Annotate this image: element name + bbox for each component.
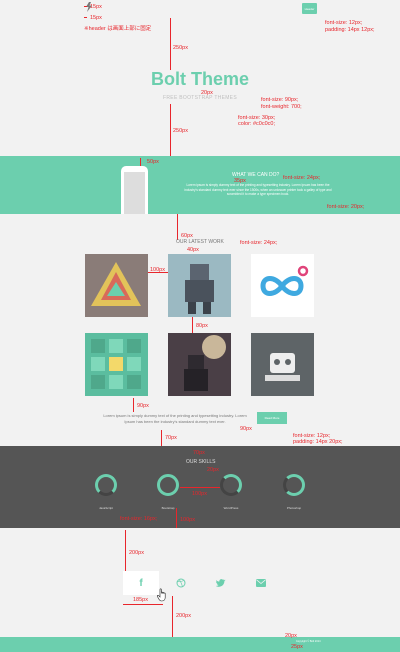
annotation-15px-left: 15px <box>90 15 102 21</box>
annotation-90-top: 90px <box>137 403 149 409</box>
skill-label-javascript: JavaScript <box>98 506 113 510</box>
work-image-robot[interactable] <box>168 254 231 317</box>
work-image-triangle[interactable] <box>85 254 148 317</box>
annotation-80: 80px <box>196 323 208 329</box>
annotation-footer-20: 20px <box>285 633 297 639</box>
annotation-185: 185px <box>133 597 148 603</box>
annotation-skills-100-bottom: 100px <box>180 517 195 523</box>
footer: Copyright © Bolt 2014 <box>0 637 400 652</box>
annotation-sub-color: color: #c0c0c0; <box>238 121 275 127</box>
mail-icon[interactable] <box>243 571 279 595</box>
work-heading: OUR LATEST WORK <box>176 239 224 245</box>
annotation-footer-25: 25px <box>291 644 303 650</box>
annotation-social-200-top: 200px <box>129 550 144 556</box>
annotation-skill-label-font: font-size: 16px; <box>120 516 158 522</box>
facebook-icon[interactable]: f <box>123 571 159 595</box>
annotation-90-right: 90px <box>240 426 252 432</box>
skill-label-photoshop: Photoshop <box>286 506 302 510</box>
annotation-social-200-bottom: 200px <box>176 613 191 619</box>
skill-ring-photoshop <box>283 474 305 496</box>
skills-heading: OUR SKILLS <box>186 459 216 465</box>
annotation-title-font: font-size: 90px; <box>261 97 299 103</box>
twitter-icon[interactable] <box>203 571 239 595</box>
annotation-skills-100: 100px <box>192 491 207 497</box>
footer-text: Copyright © Bolt 2014 <box>296 640 321 643</box>
work-image-dark-robot[interactable] <box>168 333 231 396</box>
annotation-work-h-font: font-size: 24px; <box>240 240 278 246</box>
hero-title: Bolt Theme <box>150 69 249 89</box>
what-we-do-text: Lorem ipsum is simply dummy text of the … <box>184 183 332 197</box>
work-image-infinity[interactable] <box>251 254 314 317</box>
annotation-hero-250-bottom: 250px <box>173 128 188 134</box>
skill-label-wordpress: WordPress <box>223 506 239 510</box>
annotation-header-note: ※header は画面上部に固定 <box>84 26 152 32</box>
annotation-50: 50px <box>147 159 159 165</box>
hero-subtitle: FREE BOOTSTRAP THEMES <box>163 95 237 101</box>
annotation-wwd-p-font: font-size: 20px; <box>327 204 365 210</box>
annotation-100-gap: 100px <box>150 267 165 273</box>
annotation-title-weight: font-weight: 700; <box>261 104 302 110</box>
annotation-wwd-h-font: font-size: 24px; <box>283 175 321 181</box>
header-button[interactable]: Header <box>302 3 317 14</box>
annotation-15px-top: 15px <box>90 4 102 10</box>
skill-ring-bootstrap <box>157 474 179 496</box>
annotation-70-about: 70px <box>165 435 177 441</box>
skill-ring-javascript <box>95 474 117 496</box>
read-more-button[interactable]: Read More <box>257 412 287 424</box>
about-text: Lorem ipsum is simply dummy text of the … <box>103 413 247 424</box>
phone-screen <box>124 172 145 214</box>
annotation-about-btn-pad: padding: 14px 20px; <box>293 439 343 445</box>
hand-cursor-icon <box>157 588 169 602</box>
work-image-robot-head[interactable] <box>251 333 314 396</box>
skill-ring-wordpress <box>220 474 242 496</box>
annotation-40: 40px <box>187 247 199 253</box>
annotation-header-btn-pad: padding: 14px 12px; <box>325 27 375 33</box>
skill-label-bootstrap: Bootstrap <box>161 506 175 510</box>
annotation-hero-250-top: 250px <box>173 45 188 51</box>
annotation-35: 35px <box>234 178 246 184</box>
annotation-70-skills: 70px <box>193 450 205 456</box>
work-image-icons[interactable] <box>85 333 148 396</box>
annotation-header-btn-font: font-size: 12px; <box>325 20 363 26</box>
annotation-skills-20: 20px <box>207 467 219 473</box>
